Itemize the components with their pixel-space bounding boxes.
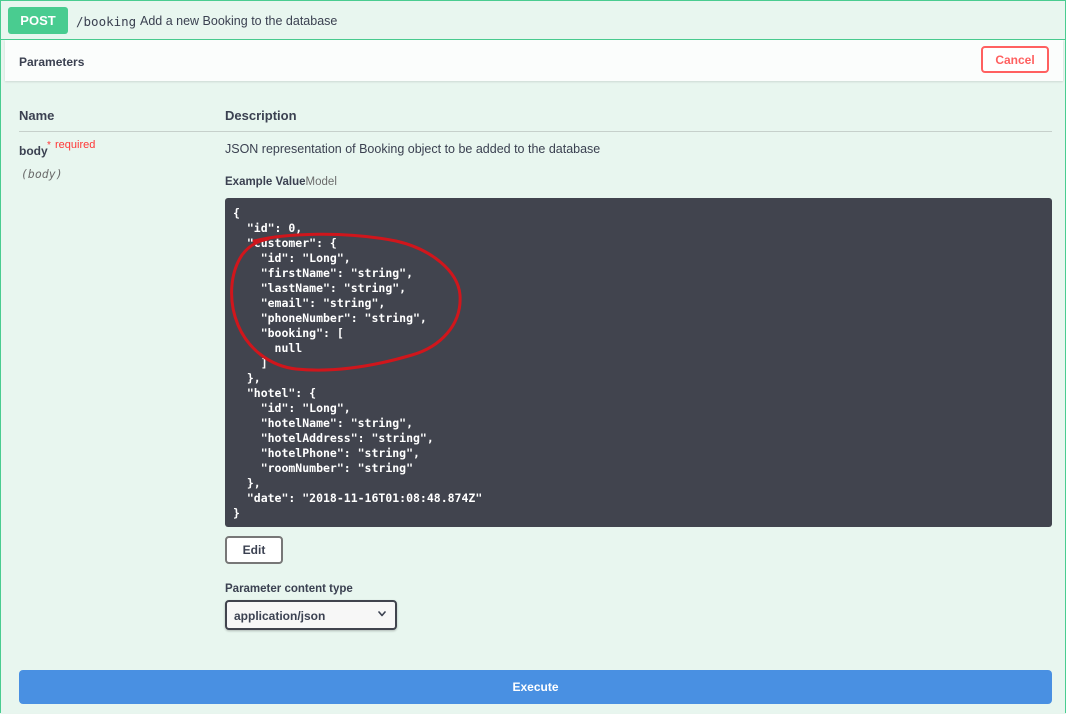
- column-header-name: Name: [19, 108, 55, 123]
- content-type-value: application/json: [234, 609, 326, 623]
- operation-block: POST /booking Add a new Booking to the d…: [0, 0, 1066, 713]
- cancel-button[interactable]: Cancel: [981, 46, 1049, 73]
- example-value-code[interactable]: { "id": 0, "customer": { "id": "Long", "…: [225, 198, 1052, 527]
- content-type-select[interactable]: application/json: [225, 600, 397, 630]
- param-location: (body): [21, 167, 63, 181]
- tab-example-value[interactable]: Example Value: [225, 176, 306, 188]
- execute-button[interactable]: Execute: [19, 670, 1052, 704]
- example-model-tabs: Example ValueModel: [225, 176, 337, 188]
- required-star: *: [47, 140, 51, 151]
- edit-button[interactable]: Edit: [225, 536, 283, 564]
- param-name: body: [19, 144, 48, 158]
- tab-model[interactable]: Model: [306, 176, 337, 188]
- header-divider: [19, 131, 1052, 132]
- required-label: required: [55, 139, 96, 151]
- column-header-description: Description: [225, 108, 297, 123]
- method-badge: POST: [8, 7, 68, 34]
- parameters-title: Parameters: [19, 55, 85, 69]
- parameters-header: Parameters Cancel: [5, 40, 1063, 81]
- param-description: JSON representation of Booking object to…: [225, 142, 601, 156]
- operation-summary[interactable]: POST /booking Add a new Booking to the d…: [1, 1, 1065, 40]
- content-type-label: Parameter content type: [225, 583, 353, 595]
- chevron-down-icon: [378, 611, 386, 617]
- operation-path: /booking: [76, 14, 137, 29]
- operation-summary-text: Add a new Booking to the database: [140, 14, 338, 28]
